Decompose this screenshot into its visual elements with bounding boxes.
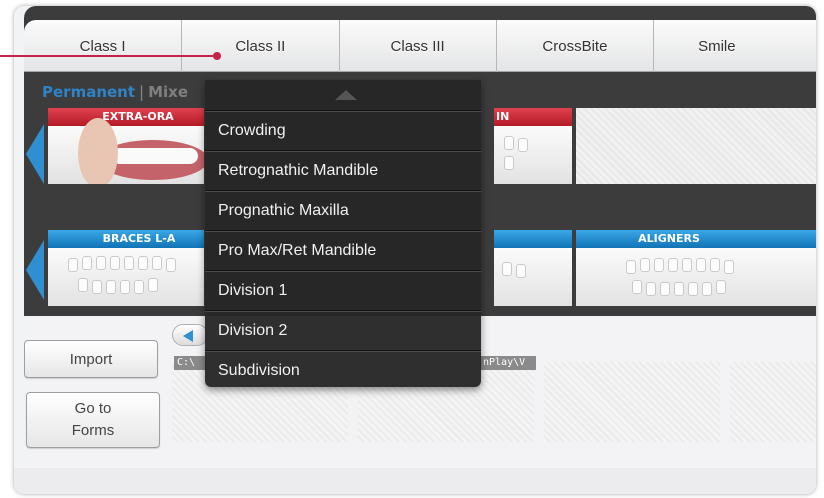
import-button[interactable]: Import xyxy=(24,340,158,378)
dentition-toggle: Permanent | Mixe xyxy=(42,83,188,101)
panel-header: IN xyxy=(494,108,572,126)
tooth-shape xyxy=(716,280,726,294)
go-to-forms-line1: Go to xyxy=(74,400,112,417)
callout-line xyxy=(0,55,217,57)
tooth-shape xyxy=(92,280,102,294)
tooth-shape xyxy=(660,282,670,296)
tab-class-3[interactable]: Class III xyxy=(340,20,497,72)
callout-dot-icon xyxy=(213,52,221,60)
gallery-panel-intra-oral[interactable]: IN xyxy=(494,108,572,184)
dentition-mixed-option[interactable]: Mixe xyxy=(148,83,188,101)
tooth-shape xyxy=(646,282,656,296)
menu-item-prognathic-maxilla[interactable]: Prognathic Maxilla xyxy=(205,190,481,230)
tooth-shape xyxy=(166,258,176,272)
thumbnail-path-label: C:\ xyxy=(174,356,206,370)
tab-class-2[interactable]: Class II xyxy=(182,20,340,72)
tooth-shape xyxy=(120,280,130,294)
panel-header: BRACES L-A xyxy=(48,230,204,248)
teeth-photo-image xyxy=(494,248,572,306)
tooth-shape xyxy=(674,282,684,296)
tooth-shape xyxy=(502,262,512,276)
go-to-forms-line2: Forms xyxy=(71,422,115,439)
class-tab-bar: Class I Class II Class III CrossBite Smi… xyxy=(24,20,816,72)
row1-previous-arrow-icon[interactable] xyxy=(26,124,44,184)
tooth-shape xyxy=(82,256,92,270)
tooth-shape xyxy=(632,280,642,294)
class-ii-dropdown-menu: Crowding Retrognathic Mandible Prognathi… xyxy=(205,80,481,387)
teeth-shape xyxy=(112,148,198,164)
tooth-shape xyxy=(504,156,514,170)
tooth-shape xyxy=(134,280,144,294)
tab-class-1[interactable]: Class I xyxy=(24,20,183,72)
tooth-shape xyxy=(626,260,636,274)
panel-header: EXTRA-ORA xyxy=(48,108,204,126)
tab-crossbite[interactable]: CrossBite xyxy=(497,20,655,72)
thumbnail-path-label: nPlay\V xyxy=(480,356,536,370)
back-arrow-icon xyxy=(183,330,193,342)
menu-item-retrognathic-mandible[interactable]: Retrognathic Mandible xyxy=(205,150,481,190)
tooth-shape xyxy=(78,278,88,292)
app-window-frame: Class I Class II Class III CrossBite Smi… xyxy=(14,6,816,494)
menu-item-division-1[interactable]: Division 1 xyxy=(205,270,481,310)
tab-smile[interactable]: Smile xyxy=(654,20,816,72)
tooth-shape xyxy=(654,258,664,272)
tooth-shape xyxy=(516,264,526,278)
aligners-photo-image xyxy=(576,248,816,306)
gallery-panel-empty[interactable] xyxy=(576,108,816,184)
thumbnail-nav-button[interactable] xyxy=(172,324,208,346)
panel-header: ALIGNERS xyxy=(576,230,816,248)
face-shape xyxy=(78,118,118,184)
dentition-separator: | xyxy=(139,83,145,101)
tooth-shape xyxy=(68,258,78,272)
tooth-shape xyxy=(724,260,734,274)
tooth-shape xyxy=(106,280,116,294)
dentition-permanent-option[interactable]: Permanent xyxy=(42,83,135,101)
tooth-shape xyxy=(124,256,134,270)
tooth-shape xyxy=(688,282,698,296)
tooth-shape xyxy=(148,278,158,292)
tooth-shape xyxy=(110,256,120,270)
menu-item-pro-max-ret-mandible[interactable]: Pro Max/Ret Mandible xyxy=(205,230,481,270)
import-thumbnail-slot[interactable] xyxy=(544,362,720,442)
gallery-panel-braces-alt[interactable] xyxy=(494,230,572,306)
gallery-panel-braces[interactable]: BRACES L-A xyxy=(48,230,204,306)
gallery-panel-aligners[interactable]: ALIGNERS xyxy=(576,230,816,306)
gallery-panel-extra-oral[interactable]: EXTRA-ORA xyxy=(48,108,204,184)
tooth-shape xyxy=(518,138,528,152)
app-surface: Class I Class II Class III CrossBite Smi… xyxy=(24,6,816,466)
tooth-shape xyxy=(96,256,106,270)
tooth-shape xyxy=(668,258,678,272)
window-bottom-strip xyxy=(14,468,816,494)
tooth-shape xyxy=(702,282,712,296)
teeth-photo-image xyxy=(494,126,572,184)
tooth-shape xyxy=(152,256,162,270)
panel-header xyxy=(494,230,572,248)
tooth-shape xyxy=(682,258,692,272)
tooth-shape xyxy=(640,258,650,272)
tooth-shape xyxy=(138,256,148,270)
braces-photo-image xyxy=(48,248,204,306)
smile-photo-image xyxy=(48,118,204,184)
menu-item-division-2[interactable]: Division 2 xyxy=(205,310,481,350)
tooth-shape xyxy=(504,136,514,150)
tooth-shape xyxy=(696,258,706,272)
import-thumbnail-slot[interactable] xyxy=(730,362,816,442)
menu-item-crowding[interactable]: Crowding xyxy=(205,110,481,150)
tooth-shape xyxy=(710,258,720,272)
row2-previous-arrow-icon[interactable] xyxy=(26,240,44,300)
import-button-label: Import xyxy=(69,350,113,368)
dropdown-caret-icon xyxy=(335,90,357,100)
menu-item-subdivision[interactable]: Subdivision xyxy=(205,350,481,390)
go-to-forms-button[interactable]: Go to Forms xyxy=(26,392,160,448)
